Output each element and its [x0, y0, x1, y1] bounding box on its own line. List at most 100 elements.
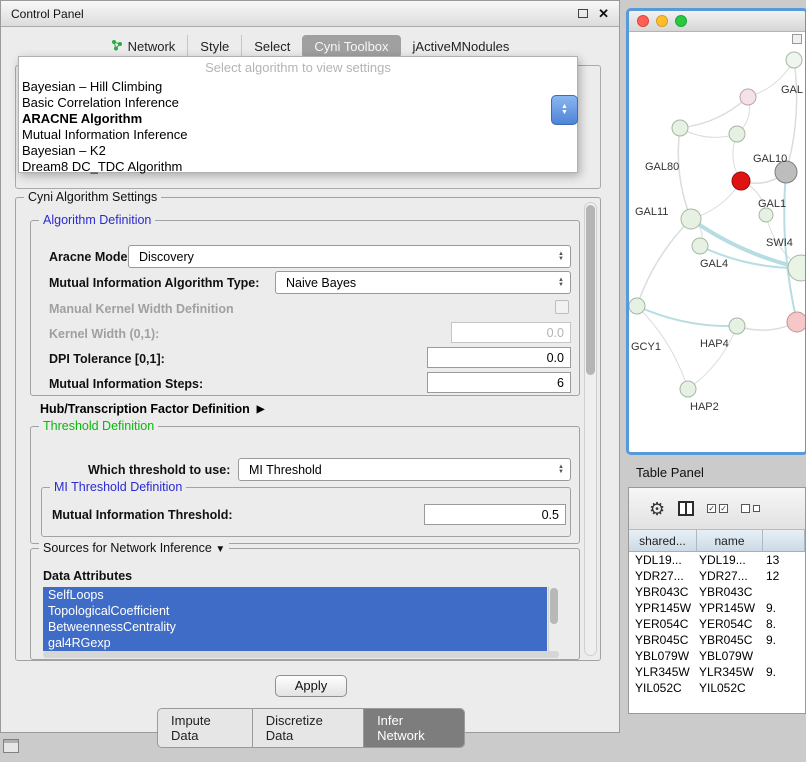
settings-scrollbar[interactable]	[584, 202, 597, 656]
which-threshold-select[interactable]: MI Threshold ▲▼	[238, 458, 571, 481]
table-row[interactable]: YER054CYER054C8.	[629, 616, 805, 632]
table-toolbar: ⚙ ✓ ✓	[629, 488, 805, 530]
mi-steps-input[interactable]: 6	[427, 372, 571, 393]
table-row[interactable]: YIL052CYIL052C	[629, 680, 805, 696]
settings-scrollbar-thumb[interactable]	[586, 205, 595, 375]
dpi-tolerance-input[interactable]: 0.0	[427, 347, 571, 368]
network-edge[interactable]	[678, 128, 691, 219]
select-all-checkboxes-icon[interactable]: ✓ ✓	[707, 504, 728, 513]
table-cell: YBR045C	[629, 633, 697, 647]
algorithm-definition-title: Algorithm Definition	[39, 213, 155, 227]
list-item-selected[interactable]: gal4RGexp	[43, 635, 547, 651]
network-node[interactable]	[740, 89, 756, 105]
table-row[interactable]: YBR043CYBR043C	[629, 584, 805, 600]
network-canvas-svg[interactable]: GAL80GAL10GAL11GAL1SWI4GAL4GCY1HAP4HAP2G…	[629, 32, 805, 452]
gear-icon[interactable]: ⚙	[649, 500, 665, 518]
kernel-width-input[interactable]: 0.0	[451, 322, 571, 343]
dock-panel-icon[interactable]	[3, 739, 19, 753]
tab-impute-data[interactable]: Impute Data	[158, 709, 252, 747]
mi-threshold-input[interactable]: 0.5	[424, 504, 566, 525]
list-item-selected[interactable]: TopologicalCoefficient	[43, 603, 547, 619]
algorithm-combo-arrows-button[interactable]: ▲ ▼	[551, 95, 578, 125]
table-row[interactable]: YBL079WYBL079W	[629, 648, 805, 664]
apply-button[interactable]: Apply	[275, 675, 347, 697]
control-panel-tabs: Network Style Select Cyni Toolbox jActiv…	[1, 35, 619, 58]
control-panel-titlebar[interactable]: Control Panel ✕	[1, 1, 619, 27]
algorithm-option[interactable]: Bayesian – K2	[19, 143, 577, 159]
table-row[interactable]: YDR27...YDR27...12	[629, 568, 805, 584]
algorithm-option[interactable]: Bayesian – Hill Climbing	[19, 79, 577, 95]
network-edge[interactable]	[637, 219, 691, 306]
column-header-name[interactable]: name	[697, 530, 763, 551]
which-threshold-label: Which threshold to use:	[88, 463, 230, 477]
attributes-list-hscrollbar[interactable]	[43, 651, 559, 658]
network-node[interactable]	[759, 208, 773, 222]
algorithm-option[interactable]: Mutual Information Inference	[19, 127, 577, 143]
list-item-selected[interactable]: BetweennessCentrality	[43, 619, 547, 635]
tab-network[interactable]: Network	[99, 35, 188, 58]
network-node[interactable]	[672, 120, 688, 136]
network-node[interactable]	[732, 172, 750, 190]
table-row[interactable]: YPR145WYPR145W9.	[629, 600, 805, 616]
network-node[interactable]	[629, 298, 645, 314]
column-header-partial[interactable]	[763, 530, 805, 551]
network-node[interactable]	[729, 318, 745, 334]
data-attributes-label: Data Attributes	[43, 569, 132, 583]
network-canvas[interactable]: GAL80GAL10GAL11GAL1SWI4GAL4GCY1HAP4HAP2G…	[629, 32, 805, 452]
attributes-list-scrollbar-thumb[interactable]	[550, 588, 558, 624]
data-attributes-list[interactable]: SelfLoops TopologicalCoefficient Between…	[43, 587, 559, 651]
table-cell: YBL079W	[629, 649, 697, 663]
tab-jactivemnodules[interactable]: jActiveMNodules	[401, 35, 522, 58]
network-edge[interactable]	[688, 326, 737, 389]
tab-label: Style	[200, 39, 229, 54]
attributes-list-scrollbar[interactable]	[548, 587, 559, 651]
table-row[interactable]: YBR045CYBR045C9.	[629, 632, 805, 648]
column-header-shared-name[interactable]: shared...	[629, 530, 697, 551]
close-traffic-light[interactable]	[637, 15, 649, 27]
network-node[interactable]	[787, 312, 805, 332]
zoom-traffic-light[interactable]	[675, 15, 687, 27]
sources-group-title[interactable]: Sources for Network Inference ▼	[39, 541, 229, 555]
tab-style[interactable]: Style	[187, 35, 241, 58]
network-node[interactable]	[680, 381, 696, 397]
columns-icon[interactable]	[678, 501, 694, 516]
table-cell: 12	[763, 569, 805, 583]
mi-algorithm-type-label: Mutual Information Algorithm Type:	[49, 276, 259, 290]
birdseye-toggle-icon[interactable]	[792, 34, 802, 44]
tab-cyni-toolbox[interactable]: Cyni Toolbox	[302, 35, 400, 58]
network-node[interactable]	[681, 209, 701, 229]
network-edge[interactable]	[786, 60, 797, 172]
table-row[interactable]: YDL19...YDL19...13	[629, 552, 805, 568]
network-edge[interactable]	[680, 128, 737, 137]
table-panel-title: Table Panel	[636, 465, 704, 480]
network-node[interactable]	[692, 238, 708, 254]
table-cell: 9.	[763, 601, 805, 615]
algorithm-option[interactable]: Basic Correlation Inference	[19, 95, 577, 111]
network-node-label: HAP4	[700, 338, 729, 350]
table-cell: YPR145W	[697, 601, 763, 615]
network-window-titlebar[interactable]	[629, 11, 805, 32]
tab-infer-network[interactable]: Infer Network	[363, 709, 464, 747]
minimize-traffic-light[interactable]	[656, 15, 668, 27]
table-cell: YLR345W	[697, 665, 763, 679]
network-node[interactable]	[729, 126, 745, 142]
algorithm-option-selected[interactable]: ARACNE Algorithm	[19, 111, 577, 127]
aracne-mode-select[interactable]: Discovery ▲▼	[128, 245, 571, 268]
hub-factor-definition-toggle[interactable]: Hub/Transcription Factor Definition ▶	[40, 402, 264, 416]
network-node-label: HAP2	[690, 401, 719, 413]
list-item-selected[interactable]: SelfLoops	[43, 587, 547, 603]
close-icon[interactable]: ✕	[598, 6, 609, 22]
float-window-icon[interactable]	[578, 9, 588, 18]
mi-algorithm-type-select[interactable]: Naive Bayes ▲▼	[275, 271, 571, 294]
table-cell: 8.	[763, 617, 805, 631]
network-node-label: GAL1	[758, 198, 786, 210]
network-node[interactable]	[786, 52, 802, 68]
tab-discretize-data[interactable]: Discretize Data	[252, 709, 363, 747]
deselect-all-checkboxes-icon[interactable]	[741, 504, 760, 513]
manual-kernel-width-checkbox[interactable]	[555, 300, 569, 314]
tab-select[interactable]: Select	[241, 35, 302, 58]
algorithm-option[interactable]: Dream8 DC_TDC Algorithm	[19, 159, 577, 175]
table-row[interactable]: YLR345WYLR345W9.	[629, 664, 805, 680]
network-edge[interactable]	[680, 97, 748, 128]
which-threshold-value: MI Threshold	[249, 463, 322, 477]
